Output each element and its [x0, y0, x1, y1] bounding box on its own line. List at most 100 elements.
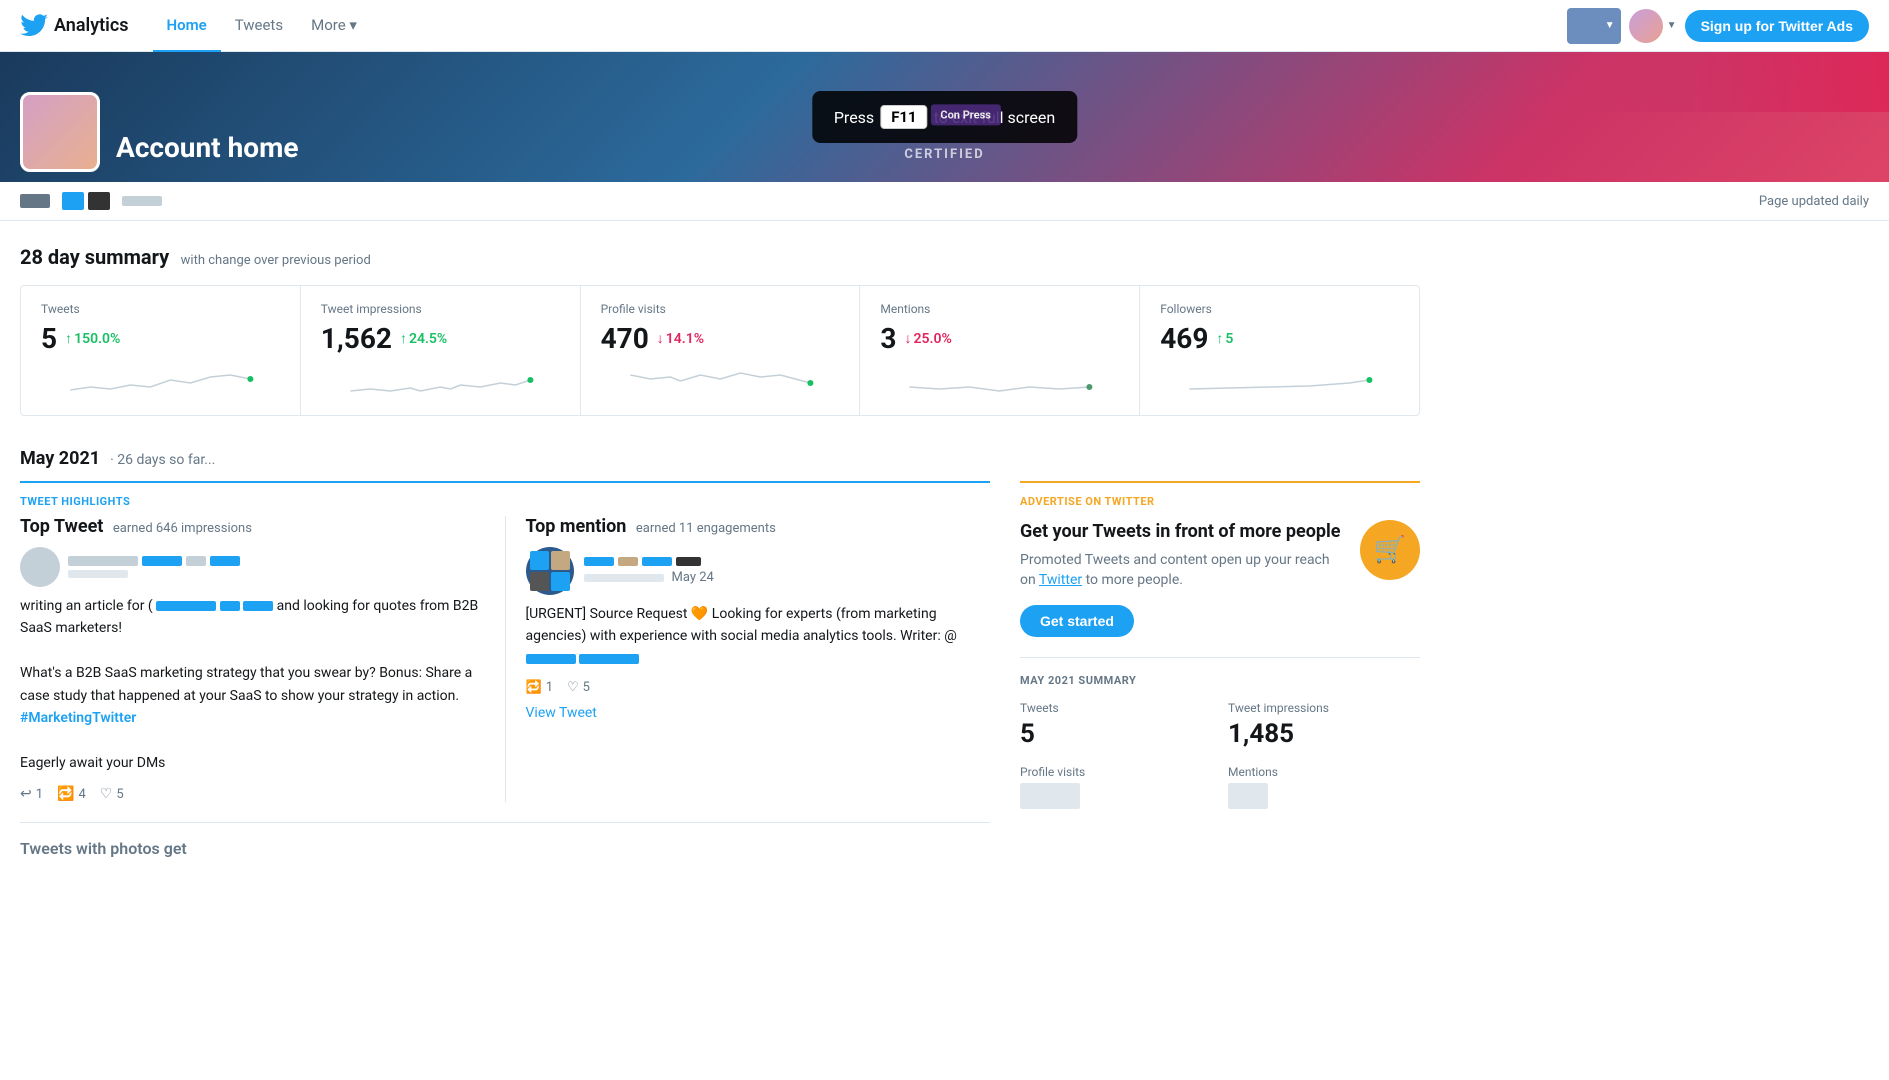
box-blue	[62, 192, 84, 210]
mention-avatar-q3	[530, 572, 549, 591]
top-tweet-stats: ↩ 1 🔁 4 ♡ 5	[20, 786, 485, 802]
card-profile-visits: Profile visits 470 ↓ 14.1%	[581, 286, 861, 415]
card-tweets: Tweets 5 ↑ 150.0%	[21, 286, 301, 415]
banner-content-badge: Con Press	[930, 104, 1001, 125]
card-change-visits: ↓ 14.1%	[657, 330, 704, 347]
summary-header: 28 day summary with change over previous…	[20, 245, 1420, 269]
may-stat-impressions-label: Tweet impressions	[1228, 701, 1420, 715]
may-stat-impressions-value: 1,485	[1228, 719, 1420, 749]
mention-retweet-stat: 🔁 1	[526, 680, 554, 695]
nav-home-link[interactable]: Home	[153, 0, 221, 52]
mention-avatar-q4	[551, 572, 570, 591]
tweet-reply-stat: ↩ 1	[20, 786, 43, 802]
nav-logo-area: Analytics	[20, 14, 129, 38]
profile-meta	[20, 192, 162, 210]
right-column: ADVERTISE ON TWITTER Get your Tweets in …	[1020, 481, 1420, 858]
toast-press-text: Press	[834, 108, 874, 127]
advertise-description: Promoted Tweets and content open up your…	[1020, 551, 1344, 590]
mention-retweet-icon: 🔁	[526, 680, 542, 695]
cart-icon-circle: 🛒	[1360, 520, 1420, 580]
card-change-mentions: ↓ 25.0%	[904, 330, 951, 347]
avatar-button[interactable]: ▼	[1629, 9, 1677, 43]
top-mention-section: Top mention earned 11 engagements	[526, 516, 991, 802]
may-stat-visits-placeholder	[1020, 783, 1080, 809]
mention-avatar-q1	[530, 551, 549, 570]
top-mention-type: Top mention	[526, 516, 627, 537]
nav-tweets-link[interactable]: Tweets	[221, 0, 297, 52]
top-mention-earned: earned 11 engagements	[636, 521, 776, 536]
mini-chart-impressions	[321, 365, 560, 395]
mini-chart-mentions	[880, 365, 1119, 395]
left-column: TWEET HIGHLIGHTS Top Tweet earned 646 im…	[20, 481, 990, 858]
author-dash-bar	[186, 556, 206, 566]
account-chevron-icon: ▼	[1605, 20, 1615, 31]
author-link-bar	[142, 556, 182, 566]
card-change-followers: ↑ 5	[1216, 330, 1233, 347]
top-tweet-earned: earned 646 impressions	[113, 521, 252, 536]
may-stat-impressions: Tweet impressions 1,485	[1228, 701, 1420, 749]
mention-avatar	[526, 547, 574, 595]
avatar	[1629, 9, 1663, 43]
author-name-bar1	[68, 556, 138, 566]
period-title: May 2021	[20, 448, 100, 469]
f11-key-badge: F11	[880, 105, 927, 129]
advertise-text-area: Get your Tweets in front of more people …	[1020, 520, 1344, 637]
period-header: May 2021 · 26 days so far...	[20, 448, 1420, 469]
box-dark	[88, 192, 110, 210]
may-summary-section: MAY 2021 SUMMARY Tweets 5 Tweet impressi…	[1020, 674, 1420, 809]
signup-button[interactable]: Sign up for Twitter Ads	[1685, 10, 1869, 42]
extra-bar	[122, 196, 162, 206]
summary-title: 28 day summary	[20, 245, 169, 269]
top-mention-header: Top mention earned 11 engagements	[526, 516, 991, 537]
top-tweet-type: Top Tweet	[20, 516, 103, 537]
profile-avatar-box	[20, 92, 100, 172]
card-label-mentions: Mentions	[880, 302, 1119, 316]
mention-date: May 24	[672, 570, 714, 585]
mention-handle-date: May 24	[584, 570, 714, 585]
card-value-tweets: 5 ↑ 150.0%	[41, 322, 280, 355]
may-stat-visits: Profile visits	[1020, 765, 1212, 809]
may-stat-mentions-label: Mentions	[1228, 765, 1420, 779]
may-stat-tweets-label: Tweets	[1020, 701, 1212, 715]
account-color-box	[1573, 12, 1601, 40]
may-stat-mentions: Mentions	[1228, 765, 1420, 809]
card-label-tweets: Tweets	[41, 302, 280, 316]
subheader: Page updated daily	[0, 182, 1889, 221]
page-updated-label: Page updated daily	[1759, 194, 1869, 209]
may-summary-label: MAY 2021 SUMMARY	[1020, 674, 1420, 687]
summary-section: 28 day summary with change over previous…	[20, 245, 1420, 416]
tweet-retweet-stat: 🔁 4	[57, 786, 86, 802]
account-home-overlay: Account home	[0, 92, 318, 182]
period-section: May 2021 · 26 days so far... TWEET HIGHL…	[20, 448, 1420, 858]
mention-like-stat: ♡ 5	[567, 680, 590, 695]
may-stat-mentions-placeholder	[1228, 783, 1268, 809]
may-stats-grid: Tweets 5 Tweet impressions 1,485 Profile…	[1020, 701, 1420, 809]
view-tweet-link[interactable]: View Tweet	[526, 705, 597, 721]
retweet-icon: 🔁	[57, 786, 74, 802]
card-value-impressions: 1,562 ↑ 24.5%	[321, 322, 560, 355]
may-stat-tweets-value: 5	[1020, 719, 1212, 749]
mini-chart-followers	[1160, 365, 1399, 395]
account-home-title: Account home	[116, 131, 298, 164]
mention-avatar-q2	[551, 551, 570, 570]
avatar-chevron-icon: ▼	[1667, 20, 1677, 31]
hero-banner: Press F11 to exit full screen Account ho…	[0, 52, 1889, 182]
top-tweet-header: Top Tweet earned 646 impressions	[20, 516, 485, 537]
top-tweet-section: Top Tweet earned 646 impressions	[20, 516, 506, 802]
card-value-visits: 470 ↓ 14.1%	[601, 322, 840, 355]
mention-like-icon: ♡	[567, 680, 579, 695]
card-value-followers: 469 ↑ 5	[1160, 322, 1399, 355]
account-selector-button[interactable]: ▼	[1567, 8, 1621, 44]
nav-brand-label: Analytics	[54, 15, 129, 36]
like-icon: ♡	[100, 786, 113, 802]
mini-chart-tweets	[41, 365, 280, 395]
card-value-mentions: 3 ↓ 25.0%	[880, 322, 1119, 355]
top-tweet-avatar	[20, 547, 60, 587]
nav-more-link[interactable]: More ▾	[297, 0, 371, 52]
banner-certified-text: CERTIFIED	[904, 147, 984, 162]
get-started-button[interactable]: Get started	[1020, 605, 1134, 637]
two-col-layout: TWEET HIGHLIGHTS Top Tweet earned 646 im…	[20, 481, 1420, 858]
author-link-bar2	[210, 556, 240, 566]
card-change-impressions: ↑ 24.5%	[400, 330, 447, 347]
card-impressions: Tweet impressions 1,562 ↑ 24.5%	[301, 286, 581, 415]
